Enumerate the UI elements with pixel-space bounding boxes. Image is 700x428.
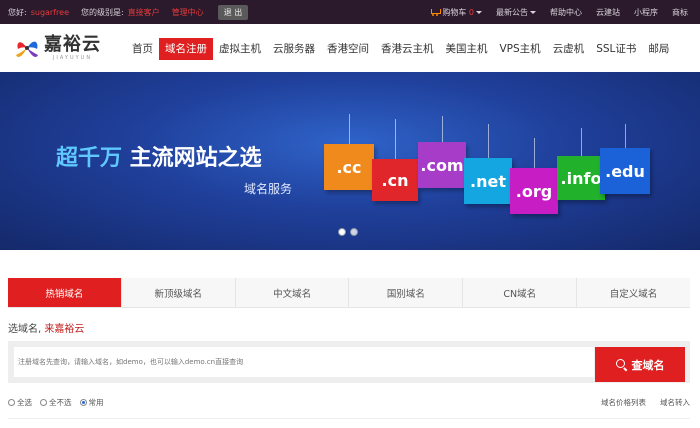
prompt-brand: 来嘉裕云 [44, 324, 85, 335]
logout-button[interactable]: 退 出 [217, 4, 249, 20]
level-label: 您的级别是: [80, 7, 124, 17]
option-0[interactable]: 全选 [8, 397, 32, 408]
option-label: 全不选 [49, 398, 72, 407]
logo-text: 嘉裕云 JIAYUYUN [44, 33, 101, 62]
mini-program-link[interactable]: 小程序 [634, 7, 658, 18]
domain-links: 域名价格列表 域名转入 [601, 397, 690, 408]
tag-string [625, 124, 626, 148]
domain-tag-5: .info [557, 156, 605, 200]
carousel-dot-2[interactable] [350, 228, 358, 236]
nav-item-8[interactable]: 云虚机 [547, 38, 591, 60]
chevron-down-icon [530, 10, 536, 14]
tag-string [442, 116, 443, 142]
tag-string [534, 138, 535, 168]
logo-subtitle: JIAYUYUN [52, 54, 93, 61]
greeting-text: 您好: [8, 7, 27, 17]
radio-button[interactable] [79, 399, 87, 406]
domain-tag-2: .com [418, 142, 466, 188]
logo-icon [16, 41, 38, 57]
domain-category-tabs: 热销域名 新顶级域名 中文域名 国别域名 CN域名 自定义域名 [8, 278, 690, 308]
search-icon [615, 358, 628, 371]
cart-icon [430, 8, 442, 16]
top-bar: 您好: sugarfree 您的级别是: 直接客户 管理中心 退 出 购物车 0… [0, 0, 700, 24]
tab-5[interactable]: 自定义域名 [577, 278, 690, 307]
domain-tag-3: .net [464, 158, 512, 204]
domain-search-input[interactable] [14, 347, 594, 377]
divider [8, 418, 690, 419]
tag-string [395, 119, 396, 159]
domain-tag-1: .cn [372, 159, 418, 201]
tab-1[interactable]: 新顶级域名 [122, 278, 236, 307]
option-label: 常用 [88, 398, 104, 407]
announcements-link[interactable]: 最新公告 [496, 7, 536, 18]
domain-tag-0: .cc [324, 144, 374, 190]
tag-string [349, 114, 350, 144]
nav-item-1[interactable]: 域名注册 [159, 38, 213, 60]
cart-link[interactable]: 购物车 0 [430, 7, 482, 18]
manage-center-link[interactable]: 管理中心 [172, 7, 204, 18]
domain-tag-6: .edu [600, 148, 650, 194]
nav-item-6[interactable]: 美国主机 [440, 38, 494, 60]
username-link[interactable]: sugarfree [31, 8, 69, 17]
slogan-accent: 超千万 [56, 146, 123, 171]
hero-banner: 超千万 主流网站之选 域名服务 .cc .cn .com .net .org .info.… [0, 72, 700, 250]
selection-options: 全选 全不选 常用 [8, 397, 104, 408]
transfer-in-link[interactable]: 域名转入 [660, 397, 690, 408]
radio-button[interactable] [40, 399, 47, 406]
banner-slogan: 超千万 主流网站之选 [56, 140, 262, 172]
chevron-down-icon [476, 10, 482, 14]
carousel-dots [338, 228, 358, 236]
option-2[interactable]: 常用 [79, 397, 104, 408]
site-builder-link[interactable]: 云建站 [596, 7, 620, 18]
nav-item-2[interactable]: 虚拟主机 [213, 38, 267, 60]
nav-item-7[interactable]: VPS主机 [494, 38, 547, 60]
tab-2[interactable]: 中文域名 [236, 278, 350, 307]
logo[interactable]: 嘉裕云 JIAYUYUN [14, 30, 122, 66]
search-domain-button[interactable]: 查域名 [595, 347, 685, 382]
prompt-prefix: 选域名, [8, 324, 45, 335]
announcements-label: 最新公告 [496, 7, 528, 17]
cart-count: 0 [468, 7, 474, 17]
tab-3[interactable]: 国别域名 [349, 278, 464, 307]
user-info: 您好: sugarfree 您的级别是: 直接客户 管理中心 退 出 [0, 4, 430, 20]
option-label: 全选 [17, 398, 32, 407]
nav-item-5[interactable]: 香港云主机 [375, 38, 440, 60]
level-value: 直接客户 [127, 7, 160, 17]
carousel-dot-1[interactable] [338, 228, 346, 236]
help-center-link[interactable]: 帮助中心 [550, 7, 582, 18]
top-links: 购物车 0 最新公告 帮助中心 云建站 小程序 商标 [430, 7, 700, 18]
tab-0[interactable]: 热销域名 [8, 278, 122, 307]
trademark-link[interactable]: 商标 [672, 7, 688, 18]
radio-button[interactable] [8, 399, 15, 406]
banner-subtitle: 域名服务 [244, 182, 293, 196]
nav-item-3[interactable]: 云服务器 [267, 38, 321, 60]
search-prompt: 选域名, 来嘉裕云 [8, 320, 84, 335]
nav-menu: 首页 域名注册 虚拟主机 云服务器 香港空间 香港云主机 美国主机 VPS主机 云虚机 SSL证书… [126, 38, 675, 60]
search-button-label: 查域名 [631, 358, 665, 372]
logo-name: 嘉裕云 [44, 33, 101, 55]
slogan-rest: 主流网站之选 [122, 146, 262, 171]
option-1[interactable]: 全不选 [40, 397, 72, 408]
domain-tag-4: .org [510, 168, 558, 214]
tab-4[interactable]: CN域名 [463, 278, 578, 307]
tag-string [581, 128, 582, 156]
cart-label: 购物车 [442, 7, 467, 17]
price-list-link[interactable]: 域名价格列表 [601, 397, 646, 408]
nav-item-10[interactable]: 邮局 [642, 38, 675, 60]
nav-item-0[interactable]: 首页 [126, 38, 159, 60]
tag-string [488, 124, 489, 158]
nav-item-4[interactable]: 香港空间 [321, 38, 375, 60]
nav-item-9[interactable]: SSL证书 [590, 38, 642, 60]
